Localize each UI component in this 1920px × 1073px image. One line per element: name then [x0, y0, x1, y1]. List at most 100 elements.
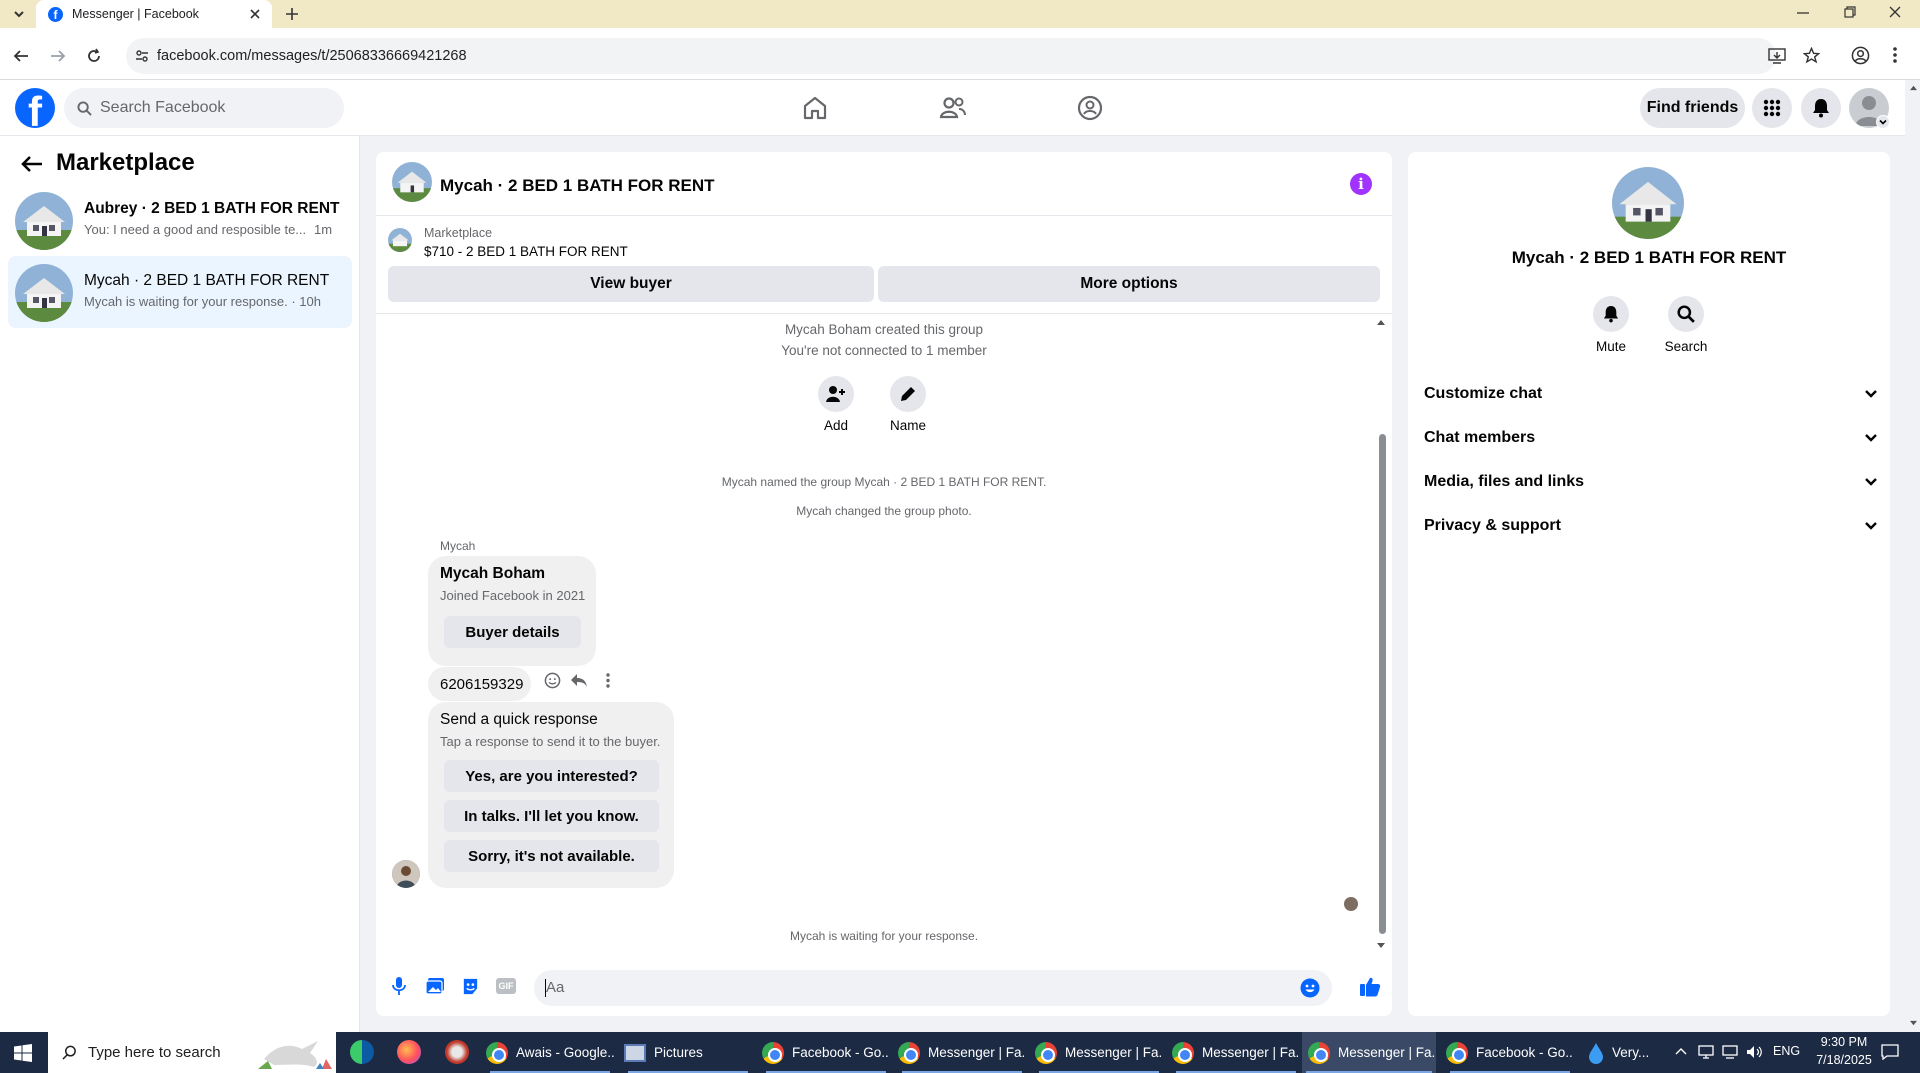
more-actions-icon[interactable] — [606, 673, 610, 688]
taskbar-item-label: Facebook - Go... — [1476, 1045, 1574, 1060]
facebook-logo[interactable]: f — [15, 88, 55, 128]
chrome-icon — [898, 1041, 920, 1064]
find-friends-button[interactable]: Find friends — [1640, 88, 1745, 128]
account-chevron[interactable] — [1876, 115, 1890, 129]
search-action[interactable]: Search — [1663, 296, 1709, 354]
sticker-icon[interactable] — [461, 977, 480, 996]
taskbar-item-pictures[interactable]: Pictures — [624, 1032, 752, 1073]
conversation-item-mycah[interactable]: Mycah · 2 BED 1 BATH FOR RENT Mycah is w… — [8, 256, 352, 328]
info-icon: i — [1358, 175, 1364, 193]
taskbar-item-awais-google[interactable]: Awais - Google... — [486, 1032, 614, 1073]
bell-icon — [1603, 306, 1619, 323]
taskbar-item-facebook-google[interactable]: Facebook - Go... — [762, 1032, 890, 1073]
privacy-support-section[interactable]: Privacy & support — [1424, 508, 1878, 544]
listing-thumbnail[interactable] — [388, 228, 412, 252]
back-arrow-icon[interactable] — [13, 48, 29, 64]
taskbar-item-messenger-3[interactable]: Messenger | Fa... — [1172, 1032, 1300, 1073]
clock-time[interactable]: 9:30 PM — [1812, 1035, 1876, 1049]
tab-search-button[interactable] — [8, 4, 30, 24]
microphone-icon[interactable] — [392, 976, 406, 996]
page-scroll-up-icon[interactable] — [1909, 84, 1918, 91]
home-icon[interactable] — [802, 95, 828, 121]
notifications-button[interactable] — [1801, 88, 1841, 128]
emoji-icon[interactable] — [1300, 978, 1320, 998]
volume-icon[interactable] — [1746, 1045, 1763, 1059]
menu-button[interactable] — [1752, 88, 1792, 128]
gif-icon[interactable]: GIF — [496, 978, 516, 994]
quick-response-option[interactable]: In talks. I'll let you know. — [444, 800, 659, 832]
customize-chat-section[interactable]: Customize chat — [1424, 376, 1878, 412]
chevron-up-icon[interactable] — [1675, 1047, 1687, 1055]
app-taskbar-icon[interactable] — [445, 1040, 469, 1064]
more-options-button[interactable]: More options — [878, 266, 1380, 302]
edge-taskbar-icon[interactable] — [350, 1040, 374, 1064]
browser-menu-icon[interactable] — [1893, 47, 1897, 63]
chat-group-photo[interactable] — [392, 162, 432, 202]
browser-tab[interactable]: f Messenger | Facebook — [36, 0, 272, 28]
network-icon[interactable] — [1722, 1045, 1738, 1059]
site-info-icon[interactable] — [135, 49, 149, 63]
notification-center-icon[interactable] — [1881, 1044, 1899, 1060]
details-panel — [1408, 152, 1890, 1016]
photo-icon[interactable] — [425, 977, 445, 995]
listing-title[interactable]: $710 - 2 BED 1 BATH FOR RENT — [424, 244, 628, 259]
meet-now-icon[interactable] — [1698, 1045, 1714, 1059]
reply-icon[interactable] — [570, 673, 588, 688]
forward-arrow-icon[interactable] — [50, 48, 66, 64]
chat-title[interactable]: Mycah · 2 BED 1 BATH FOR RENT — [440, 176, 715, 196]
view-buyer-button[interactable]: View buyer — [388, 266, 874, 302]
taskbar-item-messenger-2[interactable]: Messenger | Fa... — [1035, 1032, 1163, 1073]
close-window-icon[interactable] — [1889, 6, 1901, 18]
name-group-action[interactable]: Name — [888, 376, 928, 433]
quick-response-card: Send a quick response Tap a response to … — [428, 702, 674, 888]
message-input[interactable]: Aa — [534, 970, 1332, 1006]
taskbar-item-facebook-google-2[interactable]: Facebook - Go... — [1446, 1032, 1574, 1073]
friends-icon[interactable] — [939, 95, 967, 121]
taskbar-search-box[interactable]: Type here to search — [48, 1032, 336, 1073]
taskbar-item-label: Awais - Google... — [516, 1045, 614, 1060]
language-indicator[interactable]: ENG — [1773, 1044, 1800, 1058]
new-tab-plus-icon[interactable] — [285, 7, 299, 21]
back-arrow-icon[interactable] — [21, 155, 43, 173]
media-files-links-section[interactable]: Media, files and links — [1424, 464, 1878, 500]
buyer-details-button[interactable]: Buyer details — [444, 616, 581, 648]
weather-widget[interactable]: Very... — [1588, 1032, 1664, 1073]
taskbar-item-messenger-active[interactable]: Messenger | Fa... — [1302, 1032, 1436, 1073]
page-scroll-down-icon[interactable] — [1909, 1020, 1918, 1027]
facebook-search-input[interactable]: Search Facebook — [64, 88, 344, 128]
group-photo[interactable] — [1612, 167, 1684, 239]
react-smiley-icon[interactable] — [544, 672, 561, 689]
name-label: Name — [889, 418, 926, 433]
mute-action[interactable]: Mute — [1591, 296, 1631, 354]
system-message: You're not connected to 1 member — [781, 343, 987, 358]
conversation-info-button[interactable]: i — [1350, 173, 1372, 195]
groups-icon[interactable] — [1077, 95, 1103, 121]
windows-start-icon[interactable] — [14, 1044, 32, 1062]
chevron-down-icon — [1865, 434, 1877, 442]
chat-members-section[interactable]: Chat members — [1424, 420, 1878, 456]
taskbar-item-messenger-1[interactable]: Messenger | Fa... — [898, 1032, 1026, 1073]
thumbs-up-icon[interactable] — [1359, 976, 1381, 997]
scroll-down-arrow-icon[interactable] — [1376, 942, 1386, 950]
close-icon[interactable] — [250, 9, 260, 19]
firefox-taskbar-icon[interactable] — [397, 1040, 421, 1064]
profile-icon[interactable] — [1851, 46, 1870, 65]
reload-icon[interactable] — [86, 48, 102, 64]
message-bubble[interactable]: 6206159329 — [428, 667, 531, 701]
minimize-icon[interactable] — [1797, 12, 1809, 14]
search-label: Search — [1664, 339, 1708, 354]
chrome-icon — [1172, 1041, 1194, 1064]
address-bar[interactable]: facebook.com/messages/t/2506833666942126… — [126, 38, 1786, 74]
chevron-down-icon — [1865, 522, 1877, 530]
restore-icon[interactable] — [1844, 6, 1856, 18]
add-member-action[interactable]: Add — [816, 376, 856, 433]
install-app-icon[interactable] — [1768, 48, 1786, 64]
taskbar-item-label: Facebook - Go... — [792, 1045, 890, 1060]
bookmark-star-icon[interactable] — [1803, 47, 1820, 64]
quick-response-option[interactable]: Yes, are you interested? — [444, 760, 659, 792]
conversation-item-aubrey[interactable]: Aubrey · 2 BED 1 BATH FOR RENT You: I ne… — [8, 184, 352, 256]
listing-source: Marketplace — [424, 226, 493, 240]
quick-response-option[interactable]: Sorry, it's not available. — [444, 840, 659, 872]
clock-date[interactable]: 7/18/2025 — [1812, 1053, 1876, 1067]
sidebar-title: Marketplace — [56, 149, 195, 176]
